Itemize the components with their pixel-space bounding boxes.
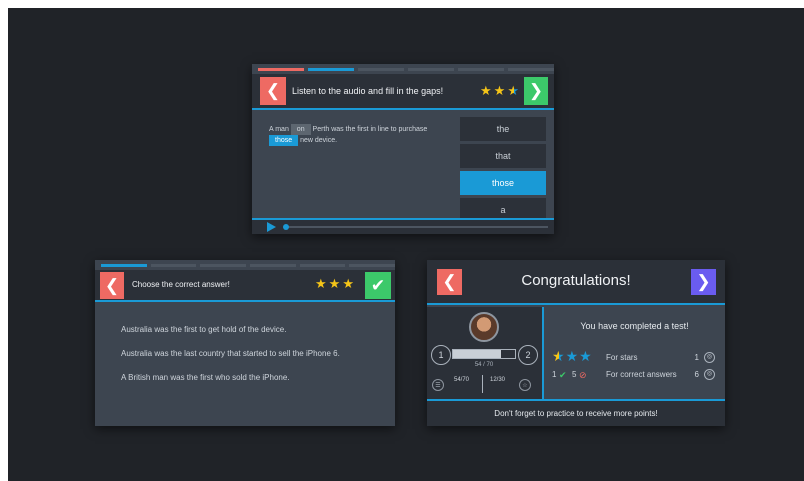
forward-button[interactable]: ❯ bbox=[691, 269, 716, 295]
card-header: ❮ Choose the correct answer! ★★★ ✔ bbox=[95, 270, 395, 302]
results-card: ❮ Congratulations! ❯ 1 2 54 / 70 ☰ 54/70… bbox=[427, 260, 725, 426]
answer-option[interactable]: Australia was the last country that star… bbox=[121, 349, 340, 358]
trophy-icon: ☰ bbox=[432, 379, 444, 391]
card-title: Choose the correct answer! bbox=[132, 280, 230, 289]
gap-sentence: A man on Perth was the first in line to … bbox=[269, 124, 457, 146]
level-panel: 1 2 54 / 70 ☰ 54/70 12/30 ☆ bbox=[427, 307, 542, 399]
star-icon: ★ bbox=[493, 83, 508, 98]
progress-segment bbox=[349, 264, 395, 267]
answer-options: the that those a bbox=[460, 117, 546, 225]
check-icon: ✔ bbox=[559, 370, 567, 380]
gap-active[interactable]: those bbox=[269, 135, 299, 146]
progress-segment bbox=[250, 264, 296, 267]
check-icon: ✔ bbox=[370, 275, 386, 295]
card-header: ❮ Listen to the audio and fill in the ga… bbox=[252, 74, 554, 110]
star-icon: ★ bbox=[579, 348, 593, 364]
answer-option[interactable]: A British man was the first who sold the… bbox=[121, 373, 340, 382]
xp-bar bbox=[452, 349, 516, 359]
results-title: Congratulations! bbox=[521, 272, 631, 289]
stars-count: 1 bbox=[694, 353, 699, 362]
chevron-right-icon: ❯ bbox=[528, 81, 544, 100]
sentence-text: Perth was the first in line to purchase bbox=[310, 126, 428, 133]
progress-segment bbox=[101, 264, 147, 267]
correct-count: 6 bbox=[694, 370, 699, 379]
star-icon: ★ bbox=[342, 276, 356, 291]
option-the[interactable]: the bbox=[460, 117, 546, 141]
level-from: 1 bbox=[431, 345, 451, 365]
progress-bar bbox=[258, 68, 554, 72]
xp-text: 54 / 70 bbox=[474, 362, 494, 368]
progress-segment bbox=[258, 68, 304, 71]
choose-answer-card: ❮ Choose the correct answer! ★★★ ✔ Austr… bbox=[95, 260, 395, 426]
progress-segment bbox=[200, 264, 247, 267]
audio-scrubber[interactable] bbox=[283, 224, 289, 230]
progress-segment bbox=[408, 68, 454, 71]
star-rating: ★★★ bbox=[480, 83, 521, 99]
stat-divider bbox=[482, 375, 483, 393]
canvas: ❮ Listen to the audio and fill in the ga… bbox=[8, 8, 804, 481]
gap-filled[interactable]: on bbox=[290, 124, 311, 135]
star-icon: ★ bbox=[480, 83, 494, 98]
next-button[interactable]: ❯ bbox=[524, 77, 548, 105]
stat-left: 54/70 bbox=[454, 377, 470, 383]
chevron-left-icon: ❮ bbox=[265, 81, 281, 100]
option-that[interactable]: that bbox=[460, 144, 546, 168]
correct-label: For correct answers bbox=[606, 370, 677, 379]
back-button[interactable]: ❮ bbox=[100, 272, 124, 299]
progress-segment bbox=[508, 68, 554, 71]
progress-segment bbox=[358, 68, 404, 71]
back-button[interactable]: ❮ bbox=[260, 77, 286, 105]
avatar[interactable] bbox=[469, 312, 499, 342]
wrong-num: 5 bbox=[572, 370, 577, 379]
sentence-text: new device. bbox=[298, 137, 338, 144]
star-icon: ★ bbox=[552, 348, 566, 364]
stat-right: 12/30 bbox=[490, 377, 506, 383]
progress-segment bbox=[299, 264, 346, 267]
wrong-icon: ⊘ bbox=[579, 370, 587, 380]
chevron-left-icon: ❮ bbox=[104, 275, 120, 295]
star-icon: ★ bbox=[565, 348, 580, 364]
card-title: Listen to the audio and fill in the gaps… bbox=[292, 86, 444, 96]
audio-track[interactable] bbox=[285, 226, 548, 228]
progress-segment bbox=[150, 264, 197, 267]
sentence-text: A man bbox=[269, 126, 291, 133]
stars-label: For stars bbox=[606, 353, 638, 362]
star-icon: ★ bbox=[315, 276, 329, 291]
confirm-button[interactable]: ✔ bbox=[365, 272, 391, 299]
earned-stars: ★★★ bbox=[552, 348, 593, 365]
audio-player bbox=[252, 218, 554, 234]
card-header: ❮ Congratulations! ❯ bbox=[427, 260, 725, 305]
star-outline-icon: ☆ bbox=[519, 379, 531, 391]
footer-message: Don't forget to practice to receive more… bbox=[427, 399, 725, 426]
answer-option[interactable]: Australia was the first to get hold of t… bbox=[121, 325, 340, 334]
progress-segment bbox=[308, 68, 354, 71]
correct-num: 1 bbox=[552, 370, 557, 379]
progress-bar bbox=[101, 264, 395, 268]
answer-list: Australia was the first to get hold of t… bbox=[121, 325, 340, 397]
completed-text: You have completed a test! bbox=[580, 321, 689, 331]
star-half-icon: ★ bbox=[507, 83, 521, 98]
xp-bar-fill bbox=[453, 350, 501, 358]
option-those[interactable]: those bbox=[460, 171, 546, 195]
star-rating: ★★★ bbox=[315, 276, 356, 292]
level-to: 2 bbox=[518, 345, 538, 365]
star-icon: ★ bbox=[328, 276, 343, 291]
coin-icon: ◎ bbox=[704, 369, 715, 380]
chevron-right-icon: ❯ bbox=[696, 272, 711, 291]
fill-gaps-card: ❮ Listen to the audio and fill in the ga… bbox=[252, 64, 554, 234]
coin-icon: ◎ bbox=[704, 352, 715, 363]
progress-segment bbox=[458, 68, 504, 71]
play-icon[interactable] bbox=[267, 222, 276, 232]
